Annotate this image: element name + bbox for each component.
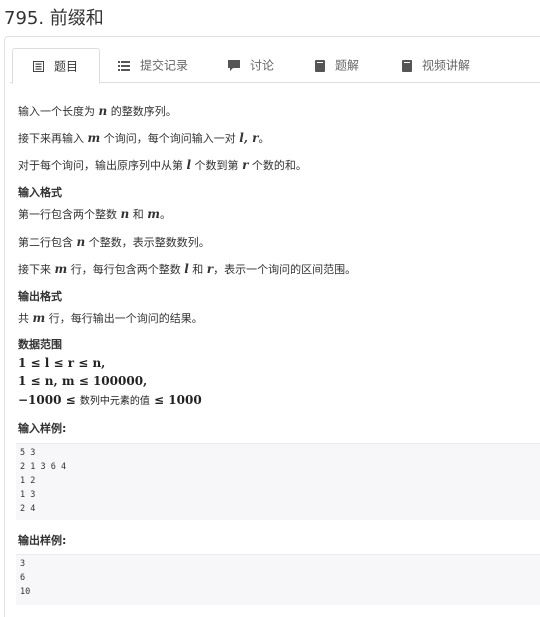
tab-label: 题目 <box>54 59 79 74</box>
input-format-line-2: 第二行包含 n 个整数，表示整数数列。 <box>18 235 210 249</box>
description-line-2: 接下来再输入 m 个询问，每个询问输入一对 l, r。 <box>18 131 270 145</box>
comment-icon <box>228 60 240 71</box>
list-icon <box>118 60 130 71</box>
code-line: 2 1 3 6 4 <box>20 462 67 472</box>
data-range-line-1: 1 ≤ l ≤ r ≤ n, <box>18 356 106 370</box>
book-icon <box>315 59 325 72</box>
code-line: 3 <box>20 559 26 569</box>
tab-bar: 题目 提交记录 讨论 题解 视频讲解 <box>10 48 540 84</box>
tab-video[interactable]: 视频讲解 <box>402 48 470 82</box>
input-format-line-3: 接下来 m 行，每行包含两个整数 l 和 r，表示一个询问的区间范围。 <box>18 262 357 276</box>
tab-submissions[interactable]: 提交记录 <box>118 48 188 82</box>
input-format-line-1: 第一行包含两个整数 n 和 m。 <box>18 207 171 221</box>
code-line: 1 3 <box>20 490 36 500</box>
tab-label: 题解 <box>335 58 360 73</box>
code-line: 1 2 <box>20 476 36 486</box>
output-format-heading: 输出格式 <box>18 290 62 303</box>
data-range-line-3: −1000 ≤ 数列中元素的值 ≤ 1000 <box>18 393 202 407</box>
description-line-1: 输入一个长度为 n 的整数序列。 <box>18 104 177 118</box>
problem-title: 795. 前缀和 <box>4 8 104 29</box>
code-line: 6 <box>20 573 26 583</box>
tab-discussion[interactable]: 讨论 <box>228 48 274 82</box>
sample-output-block: 3 6 10 <box>16 554 540 605</box>
code-line: 5 3 <box>20 448 36 458</box>
sample-input-heading: 输入样例: <box>18 422 67 435</box>
sample-output-heading: 输出样例: <box>18 534 67 547</box>
problem-panel <box>4 36 540 617</box>
tab-label: 提交记录 <box>140 58 189 73</box>
video-book-icon <box>402 59 412 72</box>
code-line: 2 4 <box>20 504 36 514</box>
tab-label: 讨论 <box>250 58 275 73</box>
tab-label: 视频讲解 <box>422 58 471 73</box>
code-line: 10 <box>20 587 31 597</box>
document-list-icon <box>33 61 44 72</box>
data-range-line-2: 1 ≤ n, m ≤ 100000, <box>18 374 148 388</box>
input-format-heading: 输入格式 <box>18 186 62 199</box>
description-line-3: 对于每个询问，输出原序列中从第 l 个数到第 r 个数的和。 <box>18 158 307 172</box>
data-range-heading: 数据范围 <box>18 338 62 351</box>
tab-solutions[interactable]: 题解 <box>315 48 359 82</box>
sample-input-block: 5 3 2 1 3 6 4 1 2 1 3 2 4 <box>16 443 540 520</box>
output-format-line-1: 共 m 行，每行输出一个询问的结果。 <box>18 311 203 325</box>
tab-problem[interactable]: 题目 <box>12 48 100 84</box>
